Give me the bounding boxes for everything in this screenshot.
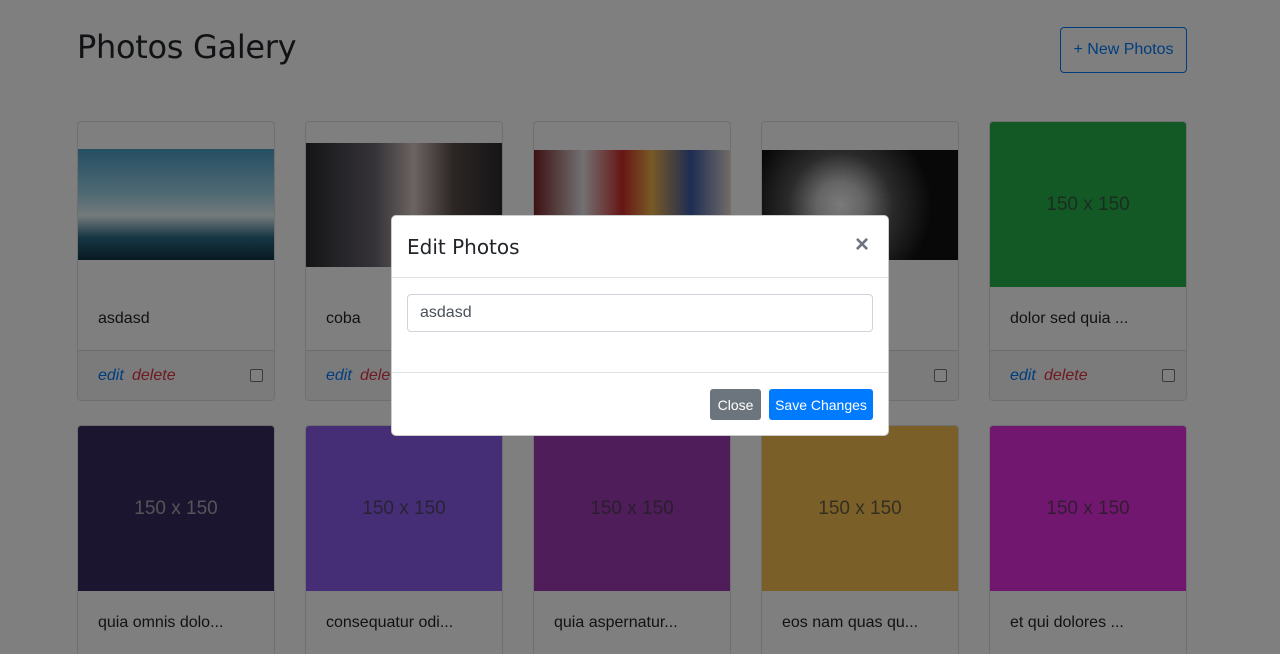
close-icon[interactable]: × bbox=[855, 233, 869, 257]
save-changes-button[interactable]: Save Changes bbox=[769, 389, 873, 420]
modal-header: Edit Photos × bbox=[392, 216, 888, 278]
close-button[interactable]: Close bbox=[710, 389, 761, 420]
edit-photos-modal: Edit Photos × Close Save Changes bbox=[391, 215, 889, 436]
modal-footer: Close Save Changes bbox=[392, 372, 888, 436]
modal-title: Edit Photos bbox=[407, 235, 520, 259]
photo-title-input[interactable] bbox=[407, 294, 873, 332]
